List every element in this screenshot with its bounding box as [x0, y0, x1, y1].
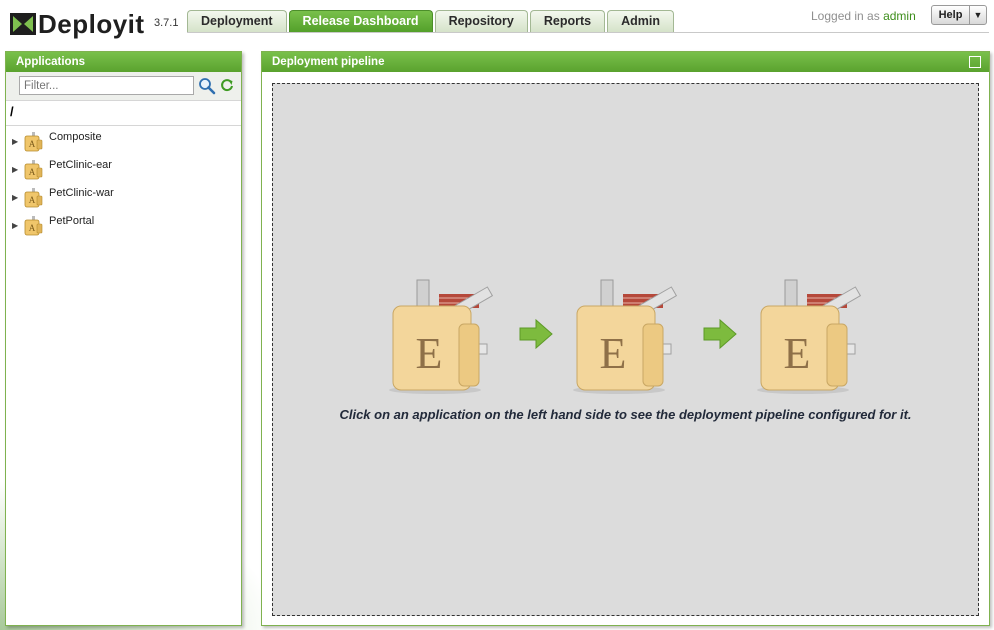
main-tabs: Deployment Release Dashboard Repository …	[187, 10, 676, 32]
svg-text:E: E	[416, 329, 443, 378]
pipeline-panel-title-text: Deployment pipeline	[272, 56, 385, 68]
triangle-right-icon[interactable]: ▶	[12, 165, 22, 174]
application-package-icon: A	[24, 160, 43, 180]
tab-reports[interactable]: Reports	[529, 10, 606, 32]
help-label[interactable]: Help	[932, 6, 970, 24]
environment-package-icon: E	[573, 279, 678, 394]
applications-tree: ▶ A Composite ▶ A PetClinic-ear ▶ A PetC…	[6, 126, 241, 240]
login-prefix: Logged in as	[811, 9, 880, 23]
tree-item-label[interactable]: PetClinic-war	[49, 187, 114, 199]
filter-bar	[6, 72, 241, 101]
application-package-icon: A	[24, 188, 43, 208]
svg-text:A: A	[29, 139, 36, 149]
logo-text: Deployit	[38, 8, 145, 39]
tree-item-label[interactable]: Composite	[49, 131, 102, 143]
help-button[interactable]: Help ▼	[931, 5, 987, 25]
applications-panel-title: Applications	[6, 52, 241, 72]
tab-deployment[interactable]: Deployment	[187, 10, 287, 32]
pipeline-illustration: E E E	[383, 274, 871, 394]
header-divider	[187, 32, 989, 33]
filter-input[interactable]	[19, 76, 194, 95]
logo-x-icon	[10, 13, 36, 35]
triangle-right-icon[interactable]: ▶	[12, 221, 22, 230]
tree-item-petportal[interactable]: ▶ A PetPortal	[6, 212, 241, 240]
svg-text:E: E	[784, 329, 811, 378]
arrow-right-icon	[703, 318, 737, 350]
current-path: /	[6, 101, 241, 126]
pipeline-area: E E E Click on an application on the lef…	[272, 83, 979, 616]
tree-item-composite[interactable]: ▶ A Composite	[6, 128, 241, 156]
svg-text:E: E	[600, 329, 627, 378]
tree-item-petclinic-ear[interactable]: ▶ A PetClinic-ear	[6, 156, 241, 184]
applications-panel: Applications / ▶ A Composite ▶	[5, 51, 242, 626]
triangle-right-icon[interactable]: ▶	[12, 193, 22, 202]
deployit-logo: Deployit	[10, 8, 145, 40]
svg-text:A: A	[29, 195, 36, 205]
chevron-down-icon[interactable]: ▼	[970, 10, 986, 20]
application-package-icon: A	[24, 132, 43, 152]
deployment-pipeline-panel: Deployment pipeline E E E Click on an ap…	[261, 51, 990, 626]
pipeline-panel-title: Deployment pipeline	[262, 52, 989, 72]
refresh-icon[interactable]	[220, 78, 234, 92]
tree-item-petclinic-war[interactable]: ▶ A PetClinic-war	[6, 184, 241, 212]
svg-text:A: A	[29, 167, 36, 177]
arrow-right-icon	[519, 318, 553, 350]
search-icon[interactable]	[198, 77, 216, 95]
tree-item-label[interactable]: PetClinic-ear	[49, 159, 112, 171]
environment-package-icon: E	[757, 279, 862, 394]
pipeline-hint-message: Click on an application on the left hand…	[339, 407, 912, 422]
username[interactable]: admin	[883, 9, 916, 23]
maximize-icon[interactable]	[969, 56, 981, 68]
environment-package-icon: E	[389, 279, 494, 394]
tab-release-dashboard[interactable]: Release Dashboard	[288, 10, 433, 32]
application-package-icon: A	[24, 216, 43, 236]
svg-text:A: A	[29, 223, 36, 233]
tab-admin[interactable]: Admin	[607, 10, 674, 32]
tab-repository[interactable]: Repository	[434, 10, 528, 32]
version-label: 3.7.1	[154, 17, 179, 29]
login-status: Logged in as admin	[811, 9, 916, 23]
triangle-right-icon[interactable]: ▶	[12, 137, 22, 146]
tree-item-label[interactable]: PetPortal	[49, 215, 94, 227]
